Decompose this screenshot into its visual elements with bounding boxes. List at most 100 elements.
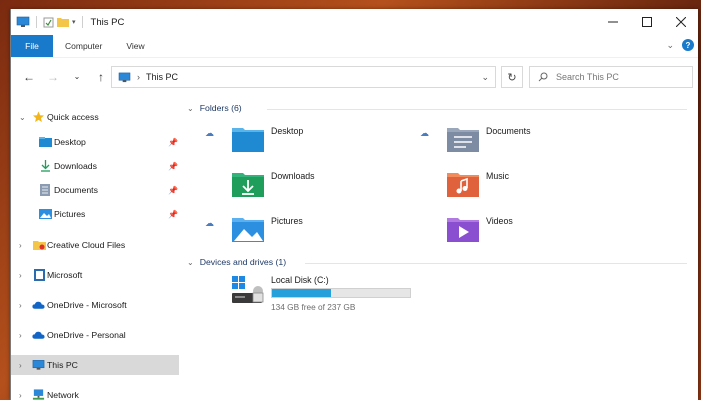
star-icon <box>33 111 44 122</box>
documents-folder-icon <box>447 128 479 152</box>
folder-name: Pictures <box>271 216 303 226</box>
devices-header-text: Devices and drives (1) <box>199 257 287 267</box>
collapsed-chevron-icon[interactable]: › <box>19 391 22 400</box>
help-icon[interactable]: ? <box>682 39 694 51</box>
ribbon-right-controls: ⌄ ? <box>666 39 694 51</box>
folder-documents[interactable]: ☁ Documents <box>420 124 531 156</box>
expanded-chevron-icon[interactable]: ⌄ <box>19 113 26 122</box>
search-placeholder: Search This PC <box>556 72 619 82</box>
nav-label: Network <box>47 390 79 400</box>
folder-name: Desktop <box>271 126 304 136</box>
address-path[interactable]: This PC <box>146 72 178 82</box>
group-collapse-chevron-icon[interactable]: ⌄ <box>187 104 194 113</box>
chevron-down-icon: ⌄ <box>73 72 81 81</box>
breadcrumb-chevron-icon[interactable]: › <box>137 72 140 82</box>
maximize-button[interactable] <box>630 9 664 35</box>
this-pc-icon <box>16 16 30 27</box>
minimize-icon <box>608 21 618 23</box>
search-box[interactable]: Search This PC <box>529 66 693 88</box>
collapsed-chevron-icon[interactable]: › <box>19 361 22 370</box>
group-divider <box>305 263 687 264</box>
refresh-icon: ↻ <box>507 71 517 84</box>
downloads-icon <box>41 160 50 172</box>
cloud-sync-icon: ☁ <box>420 128 429 138</box>
nav-label: Creative Cloud Files <box>47 240 126 250</box>
nav-documents[interactable]: Documents 📌 <box>11 180 179 200</box>
tab-computer[interactable]: Computer <box>53 35 114 57</box>
properties-icon[interactable] <box>43 17 54 28</box>
minimize-button[interactable] <box>596 9 630 35</box>
drive-usage-fill <box>272 289 332 297</box>
forward-arrow-icon: → <box>47 69 59 84</box>
close-button[interactable] <box>664 9 698 35</box>
nav-this-pc[interactable]: › This PC <box>11 355 179 375</box>
this-pc-icon <box>32 360 45 370</box>
tab-file[interactable]: File <box>11 35 53 57</box>
cloud-sync-icon: ☁ <box>205 128 214 138</box>
collapsed-chevron-icon[interactable]: › <box>19 271 22 280</box>
folder-videos[interactable]: Videos <box>446 214 513 246</box>
pictures-folder-icon <box>232 218 264 242</box>
new-folder-icon[interactable] <box>57 17 69 27</box>
nav-microsoft[interactable]: › Microsoft <box>11 265 179 285</box>
drive-local-disk-c[interactable]: Local Disk (C:) 134 GB free of 237 GB <box>231 275 421 315</box>
nav-label: Microsoft <box>47 270 83 280</box>
nav-label: Downloads <box>54 161 97 171</box>
microsoft-folder-icon <box>34 269 45 281</box>
downloads-folder-icon <box>232 173 264 197</box>
quick-access-toolbar: ▾ <box>11 16 86 28</box>
folder-music[interactable]: Music <box>446 169 509 201</box>
nav-onedrive-microsoft[interactable]: › OneDrive - Microsoft <box>11 295 179 315</box>
refresh-button[interactable]: ↻ <box>501 66 523 88</box>
file-explorer-window: ▾ This PC File Computer View ⌄ ? ← → ⌄ ↑… <box>10 9 698 400</box>
folder-name: Videos <box>486 216 513 226</box>
nav-pictures[interactable]: Pictures 📌 <box>11 204 179 224</box>
drive-free-space: 134 GB free of 237 GB <box>271 302 356 312</box>
pin-icon[interactable]: 📌 <box>168 162 178 171</box>
pictures-icon <box>39 209 52 219</box>
ribbon-tabs: File Computer View ⌄ ? <box>11 35 698 57</box>
collapsed-chevron-icon[interactable]: › <box>19 331 22 340</box>
nav-label: Quick access <box>47 112 99 122</box>
address-dropdown-icon[interactable]: ⌄ <box>481 72 489 83</box>
window-controls <box>596 9 698 35</box>
collapsed-chevron-icon[interactable]: › <box>19 241 22 250</box>
nav-quick-access[interactable]: ⌄ Quick access <box>11 107 179 127</box>
folder-desktop[interactable]: ☁ Desktop <box>205 124 303 156</box>
up-button[interactable]: ↑ <box>89 65 113 89</box>
documents-icon <box>40 184 50 196</box>
group-divider <box>267 109 687 110</box>
title-bar: ▾ This PC <box>11 9 698 35</box>
network-icon <box>32 389 45 400</box>
pin-icon[interactable]: 📌 <box>168 138 178 147</box>
folder-downloads[interactable]: Downloads <box>231 169 315 201</box>
folder-name: Music <box>486 171 509 181</box>
customize-toolbar-icon[interactable]: ▾ <box>72 18 76 26</box>
address-bar[interactable]: › This PC ⌄ <box>111 66 496 88</box>
folders-group-header[interactable]: ⌄ Folders (6) <box>187 103 687 113</box>
group-collapse-chevron-icon[interactable]: ⌄ <box>187 258 194 267</box>
devices-group-header[interactable]: ⌄ Devices and drives (1) <box>187 257 687 267</box>
onedrive-icon <box>32 301 45 309</box>
nav-desktop[interactable]: Desktop 📌 <box>11 132 179 152</box>
windows-drive-icon <box>232 276 264 303</box>
nav-label: This PC <box>47 360 78 370</box>
nav-label: OneDrive - Microsoft <box>47 300 127 310</box>
videos-folder-icon <box>447 218 479 242</box>
pin-icon[interactable]: 📌 <box>168 210 178 219</box>
folder-pictures[interactable]: ☁ Pictures <box>205 214 303 246</box>
nav-creative-cloud-files[interactable]: › Creative Cloud Files <box>11 235 179 255</box>
pin-icon[interactable]: 📌 <box>168 186 178 195</box>
back-button[interactable]: ← <box>17 65 41 89</box>
nav-onedrive-personal[interactable]: › OneDrive - Personal <box>11 325 179 345</box>
collapsed-chevron-icon[interactable]: › <box>19 301 22 310</box>
expand-ribbon-icon[interactable]: ⌄ <box>666 40 674 51</box>
creative-cloud-icon <box>33 241 46 250</box>
nav-downloads[interactable]: Downloads 📌 <box>11 156 179 176</box>
nav-network[interactable]: › Network <box>11 385 179 400</box>
navigation-pane: ⌄ Quick access Desktop 📌 Downloads 📌 Doc… <box>11 97 179 400</box>
forward-button[interactable]: → <box>41 65 65 89</box>
music-folder-icon <box>447 173 479 197</box>
tab-view[interactable]: View <box>114 35 156 57</box>
recent-locations-button[interactable]: ⌄ <box>65 65 89 89</box>
